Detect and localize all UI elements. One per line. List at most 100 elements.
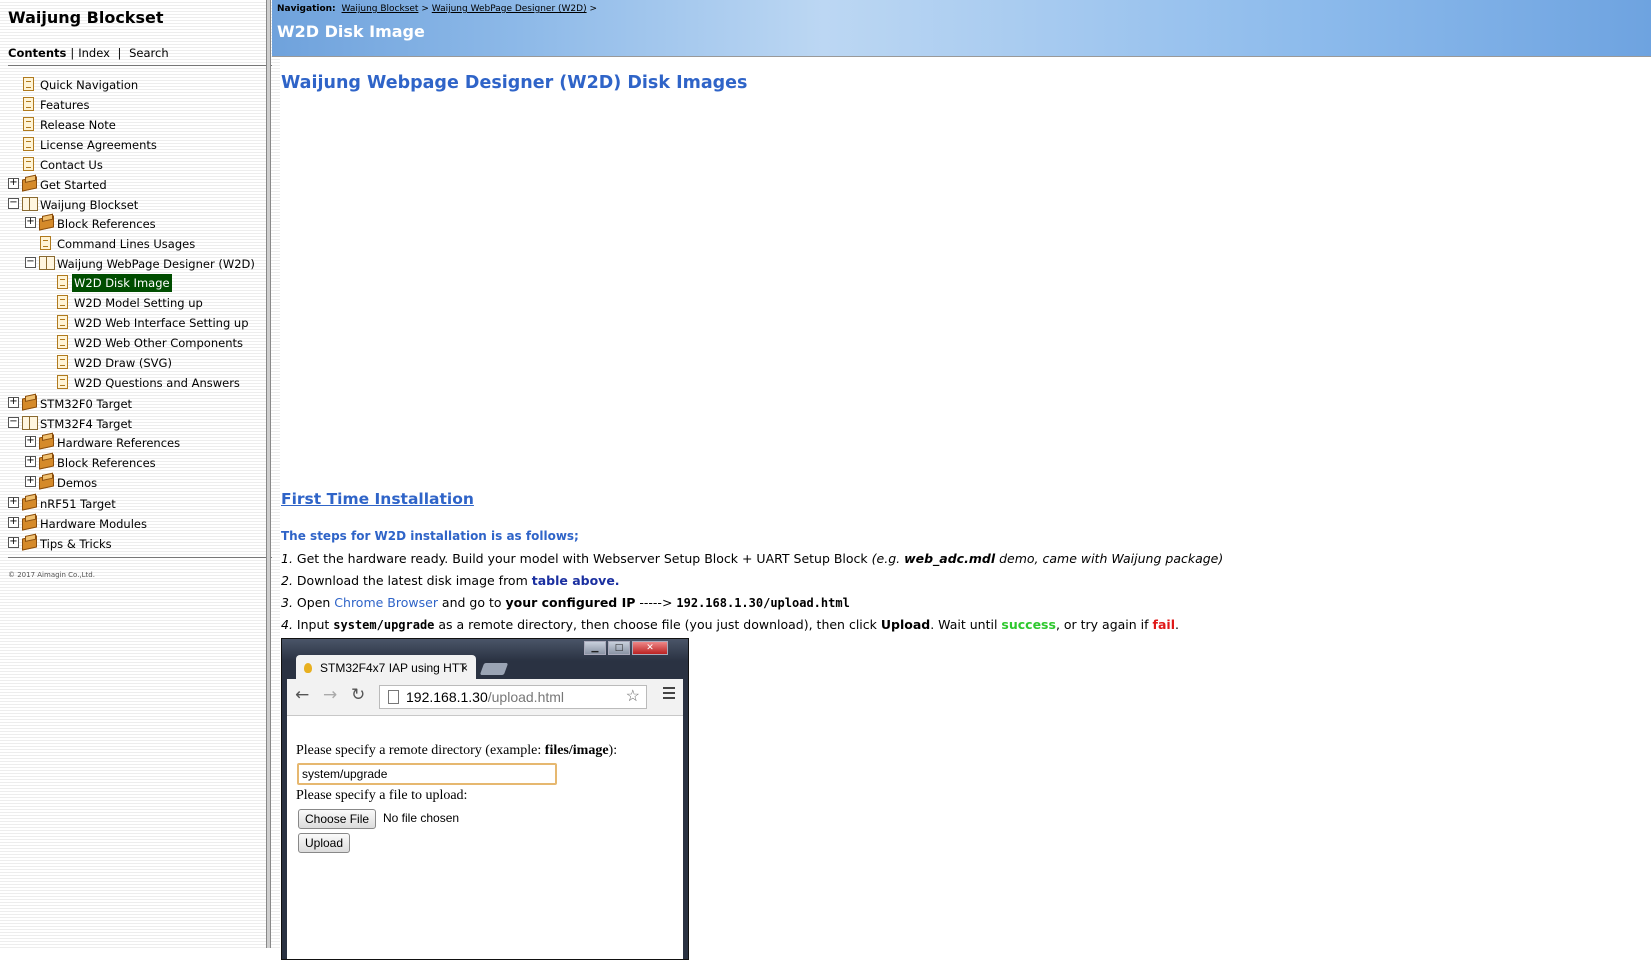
- back-arrow-icon: ←: [295, 685, 310, 705]
- book-icon: [39, 454, 54, 470]
- breadcrumb-link-w2d[interactable]: Waijung WebPage Designer (W2D): [432, 4, 587, 14]
- toc-item-label[interactable]: W2D Disk Image: [72, 274, 172, 292]
- book-icon: [39, 474, 54, 490]
- sidebar-divider-bottom: [8, 557, 272, 558]
- copyright: © 2017 Aimagin Co.,Ltd.: [8, 571, 95, 579]
- toc-item-label[interactable]: W2D Web Other Components: [74, 334, 243, 352]
- steps-intro: The steps for W2D installation is as fol…: [281, 529, 579, 543]
- toc-item-label[interactable]: Block References: [57, 215, 156, 233]
- tab-index[interactable]: Index: [78, 46, 110, 60]
- page-icon: [40, 236, 51, 250]
- configured-ip-label: your configured IP: [505, 595, 636, 610]
- toc-item-label[interactable]: STM32F4 Target: [40, 415, 132, 433]
- toc-item-label[interactable]: Hardware References: [57, 434, 180, 452]
- toc-item-label[interactable]: Hardware Modules: [40, 515, 147, 533]
- chrome-browser-link[interactable]: Chrome Browser: [334, 595, 438, 610]
- page-icon: [57, 275, 68, 289]
- maximize-icon: □: [608, 641, 630, 655]
- step-text: Download the latest disk image from: [296, 573, 532, 588]
- book-icon: [22, 395, 37, 411]
- page-icon: [23, 117, 34, 131]
- pane-splitter[interactable]: [266, 0, 271, 948]
- toc-item-label[interactable]: W2D Model Setting up: [74, 294, 203, 312]
- expand-icon[interactable]: +: [25, 436, 36, 447]
- menu-icon: [663, 687, 675, 699]
- toc-item-label[interactable]: Release Note: [40, 116, 116, 134]
- page-icon: [23, 157, 34, 171]
- breadcrumb-link-waijung-blockset[interactable]: Waijung Blockset: [342, 4, 419, 14]
- expand-icon[interactable]: +: [25, 476, 36, 487]
- file-prompt: Please specify a file to upload:: [296, 788, 468, 803]
- bookmark-star-icon: ☆: [625, 688, 640, 705]
- sidebar: Waijung Blockset Contents | Index | Search…: [0, 0, 280, 948]
- toc-item-label[interactable]: W2D Draw (SVG): [74, 354, 172, 372]
- toc-item-label[interactable]: W2D Questions and Answers: [74, 374, 240, 392]
- step-text: Open: [296, 595, 335, 610]
- expand-icon[interactable]: +: [25, 217, 36, 228]
- toc-item-label[interactable]: nRF51 Target: [40, 495, 116, 513]
- browser-tab-title: STM32F4x7 IAP using HTT: [320, 661, 467, 675]
- page-icon: [57, 295, 68, 309]
- sidebar-tabs: Contents | Index | Search: [8, 46, 169, 60]
- step-arrow: ----->: [635, 595, 677, 610]
- favicon-icon: [304, 663, 312, 673]
- page-header: Navigation: Waijung Blockset > Waijung W…: [272, 0, 1651, 57]
- book-icon: [22, 495, 37, 511]
- close-icon: ✕: [632, 641, 668, 655]
- page-icon: [23, 77, 34, 91]
- upload-url: 192.168.1.30/upload.html: [676, 596, 850, 610]
- main-content: Waijung Webpage Designer (W2D) Disk Imag…: [272, 57, 1651, 960]
- tab-search[interactable]: Search: [129, 46, 169, 60]
- toc-item-label[interactable]: Features: [40, 96, 89, 114]
- toc-item-label[interactable]: Waijung Blockset: [40, 196, 138, 214]
- toc-item-label[interactable]: Demos: [57, 474, 97, 492]
- collapse-icon[interactable]: −: [8, 198, 19, 209]
- collapse-icon[interactable]: −: [25, 257, 36, 268]
- toc-item-label[interactable]: W2D Web Interface Setting up: [74, 314, 249, 332]
- remote-directory-value: system/upgrade: [333, 618, 435, 632]
- toc-item-label[interactable]: STM32F0 Target: [40, 395, 132, 413]
- expand-icon[interactable]: +: [8, 517, 19, 528]
- book-icon: [22, 176, 37, 192]
- browser-screenshot-image: ▁ □ ✕ STM32F4x7 IAP using HTT × ← → ↻ 19…: [281, 638, 689, 960]
- page-icon: [57, 375, 68, 389]
- toc-item-label[interactable]: Block References: [57, 454, 156, 472]
- step-text: .: [1174, 617, 1179, 632]
- toc-item-label[interactable]: Waijung WebPage Designer (W2D): [57, 255, 255, 273]
- step-3: 3. Open Chrome Browser and go to your co…: [281, 595, 850, 610]
- table-above-link[interactable]: table above.: [532, 573, 620, 588]
- directory-prompt: Please specify a remote directory (examp…: [296, 743, 618, 758]
- page-icon: [57, 335, 68, 349]
- book-icon: [39, 434, 54, 450]
- step-text: , or try again if: [1055, 617, 1153, 632]
- url-host: 192.168.1.30: [406, 689, 488, 705]
- toc-item-label[interactable]: Quick Navigation: [40, 76, 138, 94]
- step-note: (e.g. web_adc.mdl demo, came with Waijun…: [871, 551, 1224, 566]
- step-number: 3.: [281, 595, 293, 610]
- expand-icon[interactable]: +: [25, 456, 36, 467]
- toc-item-label[interactable]: Contact Us: [40, 156, 103, 174]
- forward-arrow-icon: →: [323, 685, 338, 705]
- expand-icon[interactable]: +: [8, 537, 19, 548]
- section-heading-first-time-installation[interactable]: First Time Installation: [281, 490, 474, 508]
- toc-item-label[interactable]: License Agreements: [40, 136, 157, 154]
- step-number: 1.: [281, 551, 293, 566]
- sidebar-title: Waijung Blockset: [8, 8, 164, 27]
- expand-icon[interactable]: +: [8, 178, 19, 189]
- breadcrumb-label: Navigation:: [277, 4, 336, 14]
- breadcrumb-separator: >: [421, 4, 429, 14]
- toc-item-label[interactable]: Get Started: [40, 176, 107, 194]
- tab-close-icon: ×: [460, 661, 468, 675]
- toc-item-label[interactable]: Tips & Tricks: [40, 535, 112, 553]
- step-2: 2. Download the latest disk image from t…: [281, 573, 620, 588]
- page-icon: [57, 355, 68, 369]
- tab-contents[interactable]: Contents: [8, 46, 66, 60]
- breadcrumb: Navigation: Waijung Blockset > Waijung W…: [277, 4, 597, 14]
- expand-icon[interactable]: +: [8, 397, 19, 408]
- collapse-icon[interactable]: −: [8, 417, 19, 428]
- step-text: Input: [296, 617, 334, 632]
- toc-item-label[interactable]: Command Lines Usages: [57, 235, 195, 253]
- browser-tab: STM32F4x7 IAP using HTT ×: [296, 655, 476, 679]
- main-heading: Waijung Webpage Designer (W2D) Disk Imag…: [281, 73, 748, 93]
- expand-icon[interactable]: +: [8, 497, 19, 508]
